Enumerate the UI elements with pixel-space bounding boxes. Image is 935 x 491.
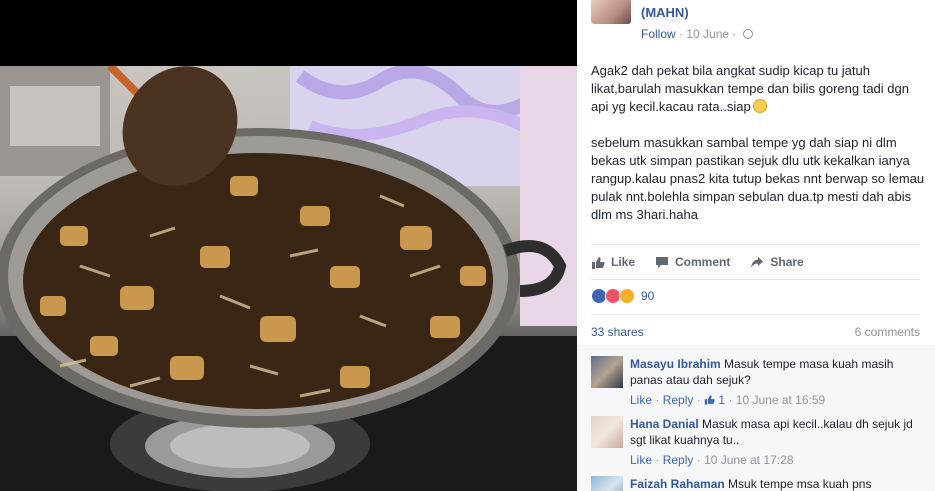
post-paragraph-2: sebelum masukkan sambal tempe yg dah sia… — [591, 135, 925, 222]
post-paragraph-1: Agak2 dah pekat bila angkat sudip kicap … — [591, 63, 909, 114]
share-button[interactable]: Share — [750, 252, 804, 272]
reaction-count[interactable]: 90 — [641, 289, 654, 303]
like-button[interactable]: Like — [591, 252, 635, 272]
divider — [591, 244, 920, 245]
relieved-face-icon — [752, 99, 767, 113]
post-photo[interactable] — [0, 0, 577, 491]
comment-body: Masayu Ibrahim Masuk tempe masa kuah mas… — [630, 356, 915, 388]
share-arrow-icon — [751, 256, 764, 268]
divider — [591, 279, 920, 280]
commenter-name[interactable]: Faizah Rahaman — [630, 477, 725, 491]
author-avatar[interactable] — [591, 0, 631, 24]
commenter-avatar[interactable] — [591, 356, 623, 388]
comment-like-link[interactable]: Like — [630, 453, 652, 467]
comment-body: Faizah Rahaman Msuk tempe msa kuah pns — [630, 476, 915, 491]
comment-meta: Like · Reply · 1 · 10 June at 16:59 — [630, 393, 826, 407]
author-name[interactable]: (MAHN) — [641, 5, 689, 20]
comment-label: Comment — [675, 255, 731, 269]
comment-time[interactable]: 10 June at 16:59 — [736, 393, 825, 407]
speech-bubble-icon — [656, 256, 669, 268]
comment-meta: Like · Reply · 10 June at 17:28 — [630, 453, 794, 467]
comment-like-count[interactable]: 1 — [718, 393, 725, 407]
reactions-summary[interactable]: 90 — [591, 288, 654, 304]
comment-like-link[interactable]: Like — [630, 393, 652, 407]
follow-link[interactable]: Follow — [641, 27, 676, 41]
thumbs-up-icon — [704, 395, 715, 405]
commenter-name[interactable]: Hana Danial — [630, 417, 699, 431]
commenter-avatar[interactable] — [591, 476, 623, 491]
post-date[interactable]: 10 June — [686, 27, 729, 41]
comments-section: Masayu Ibrahim Masuk tempe masa kuah mas… — [577, 345, 935, 491]
post-panel: (MAHN) Follow · 10 June · Agak2 dah peka… — [577, 0, 935, 491]
post-meta: Follow · 10 June · — [641, 27, 753, 41]
comment-body: Hana Danial Masuk masa api kecil..kalau … — [630, 416, 915, 448]
comment-button[interactable]: Comment — [655, 252, 730, 272]
shares-link[interactable]: 33 shares — [591, 325, 644, 339]
divider — [591, 314, 920, 315]
comment-time[interactable]: 10 June at 17:28 — [704, 453, 793, 467]
commenter-avatar[interactable] — [591, 416, 623, 448]
comment-reply-link[interactable]: Reply — [663, 393, 694, 407]
share-label: Share — [770, 255, 804, 269]
post-text: Agak2 dah pekat bila angkat sudip kicap … — [591, 62, 926, 242]
commenter-name[interactable]: Masayu Ibrahim — [630, 357, 721, 371]
comments-count[interactable]: 6 comments — [855, 325, 920, 339]
comment-reply-link[interactable]: Reply — [663, 453, 694, 467]
shares-row: 33 shares 6 comments — [591, 325, 920, 339]
post-actions: Like Comment Share — [591, 252, 824, 272]
like-label: Like — [611, 255, 636, 269]
wow-reaction-icon — [619, 288, 635, 304]
comment-text: Msuk tempe msa kuah pns — [728, 477, 872, 491]
globe-icon — [742, 29, 753, 39]
wok-cooking-image — [0, 66, 577, 491]
thumbs-up-icon — [592, 256, 605, 269]
